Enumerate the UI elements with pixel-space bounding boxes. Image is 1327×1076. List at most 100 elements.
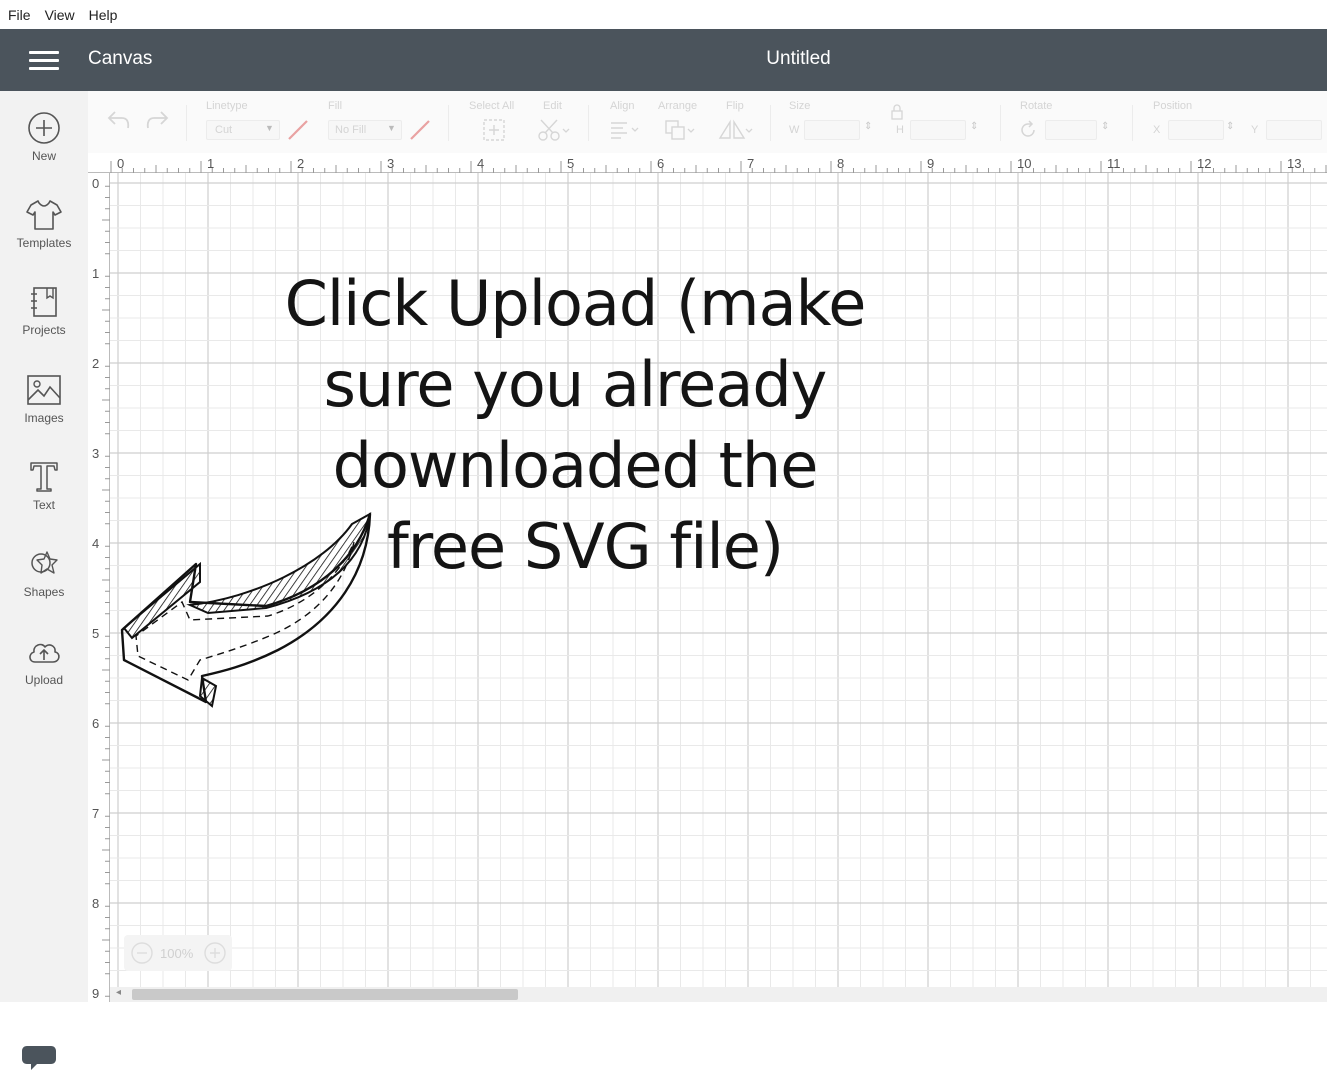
select-all-icon[interactable] <box>482 118 506 142</box>
lock-icon[interactable] <box>890 104 904 120</box>
ruler-tick-label: 2 <box>92 356 99 371</box>
sidebar-item-label: Upload <box>24 673 64 687</box>
top-ruler-ticks: 0 1 2 3 4 5 6 7 8 9 10 11 12 13 <box>88 156 1327 173</box>
ruler-tick-label: 9 <box>927 156 934 171</box>
zoom-level: 100% <box>160 946 194 961</box>
undo-icon[interactable] <box>106 109 132 131</box>
ruler-tick-label: 4 <box>92 536 99 551</box>
scroll-left-arrow-icon[interactable]: ◂ <box>116 987 121 998</box>
size-height-input[interactable] <box>910 120 966 140</box>
size-width-label: W <box>789 124 800 136</box>
size-width-input[interactable] <box>804 120 860 140</box>
zoom-control: 100% <box>124 935 232 971</box>
fill-color-swatch-icon[interactable] <box>408 119 432 141</box>
flip-icon[interactable] <box>718 118 754 142</box>
size-height-label: H <box>896 124 904 136</box>
menu-help[interactable]: Help <box>89 7 118 23</box>
stepper-icon[interactable]: ⇕ <box>864 121 872 132</box>
ruler-tick-label: 7 <box>92 806 99 821</box>
chat-bubble-icon[interactable] <box>21 1044 57 1076</box>
menu-file[interactable]: File <box>8 7 31 23</box>
size-label: Size <box>789 100 811 112</box>
sidebar-item-projects[interactable]: Projects <box>0 285 88 337</box>
shapes-icon <box>31 551 58 574</box>
left-ruler-ticks: 0 1 2 3 4 5 6 7 8 9 <box>92 173 110 1065</box>
sidebar-item-new[interactable]: New <box>0 111 88 163</box>
ruler-tick-label: 11 <box>1107 156 1121 171</box>
document-title: Untitled <box>766 48 831 69</box>
image-icon <box>27 375 61 405</box>
rotate-icon[interactable] <box>1018 120 1038 140</box>
sidebar-item-label: Projects <box>22 323 66 337</box>
notebook-icon <box>31 287 57 317</box>
position-y-label: Y <box>1251 124 1259 136</box>
align-label: Align <box>610 100 635 112</box>
plus-circle-icon <box>28 112 60 144</box>
stepper-icon[interactable]: ⇕ <box>970 121 978 132</box>
toolbar-divider <box>588 105 589 141</box>
sidebar-item-images[interactable]: Images <box>0 373 88 425</box>
sidebar-item-label: New <box>31 149 56 163</box>
sidebar-item-label: Templates <box>16 236 72 250</box>
sidebar-item-shapes[interactable]: Shapes <box>0 547 88 599</box>
zoom-out-icon[interactable] <box>130 941 154 965</box>
toolbar-divider <box>448 105 449 141</box>
ruler-tick-label: 6 <box>657 156 664 171</box>
stepper-icon[interactable]: ⇕ <box>1226 121 1234 132</box>
sidebar-item-upload[interactable]: Upload <box>0 635 88 687</box>
position-x-input[interactable] <box>1168 120 1224 140</box>
top-ruler: 0 1 2 3 4 5 6 7 8 9 10 11 12 13 <box>88 153 1327 173</box>
ruler-tick-label: 0 <box>92 176 99 191</box>
menu-view[interactable]: View <box>45 7 75 23</box>
toolbar-divider <box>186 105 187 141</box>
ruler-tick-label: 3 <box>92 446 99 461</box>
ruler-tick-label: 0 <box>117 156 124 171</box>
text-T-icon <box>30 462 58 492</box>
scrollbar-thumb[interactable] <box>132 989 518 1000</box>
overlay-line: free SVG file) <box>386 510 784 583</box>
arrange-icon[interactable] <box>664 118 698 142</box>
menu-bar: File View Help <box>0 0 1327 29</box>
cloud-upload-icon <box>29 643 60 663</box>
horizontal-scrollbar[interactable]: ◂ <box>110 987 1327 1002</box>
sidebar-item-templates[interactable]: Templates <box>0 198 88 250</box>
overlay-line: sure you already <box>323 348 828 421</box>
sidebar-item-text[interactable]: Text <box>0 460 88 512</box>
rotate-input[interactable] <box>1045 120 1097 140</box>
zoom-in-icon[interactable] <box>203 941 227 965</box>
arrange-label: Arrange <box>658 100 698 112</box>
instruction-overlay-text: Click Upload (make sure you already down… <box>235 263 915 587</box>
ruler-tick-label: 1 <box>207 156 214 171</box>
redo-icon[interactable] <box>144 109 170 131</box>
ruler-tick-label: 9 <box>92 986 99 1001</box>
scissors-edit-icon[interactable] <box>537 118 571 142</box>
ruler-tick-label: 5 <box>567 156 574 171</box>
align-icon[interactable] <box>609 120 643 140</box>
position-y-input[interactable] <box>1266 120 1322 140</box>
ruler-tick-label: 7 <box>747 156 754 171</box>
linetype-value: Cut <box>215 124 233 136</box>
chevron-down-icon: ▼ <box>265 123 274 133</box>
chevron-down-icon: ▼ <box>387 123 396 133</box>
ruler-tick-label: 5 <box>92 626 99 641</box>
ruler-tick-label: 2 <box>297 156 304 171</box>
ruler-tick-label: 6 <box>92 716 99 731</box>
edit-toolbar: Linetype Cut ▼ Fill No Fill ▼ Select All… <box>88 91 1327 153</box>
linetype-color-swatch-icon[interactable] <box>286 119 310 141</box>
toolbar-divider <box>770 105 771 141</box>
stepper-icon[interactable]: ⇕ <box>1101 121 1109 132</box>
position-label: Position <box>1153 100 1193 112</box>
sidebar-item-label: Text <box>32 498 55 512</box>
sidebar-item-label: Images <box>24 411 64 425</box>
ruler-tick-label: 4 <box>477 156 484 171</box>
select-all-label: Select All <box>469 100 515 112</box>
linetype-label: Linetype <box>206 100 248 112</box>
sidebar-item-label: Shapes <box>23 585 65 599</box>
ruler-tick-label: 13 <box>1287 156 1301 171</box>
ruler-tick-label: 10 <box>1017 156 1031 171</box>
toolbar-divider <box>1132 105 1133 141</box>
ruler-tick-label: 1 <box>92 266 99 281</box>
rotate-label: Rotate <box>1020 100 1053 112</box>
fill-label: Fill <box>328 100 343 112</box>
left-sidebar: New Templates Projects Images Text Shape… <box>0 91 89 1070</box>
